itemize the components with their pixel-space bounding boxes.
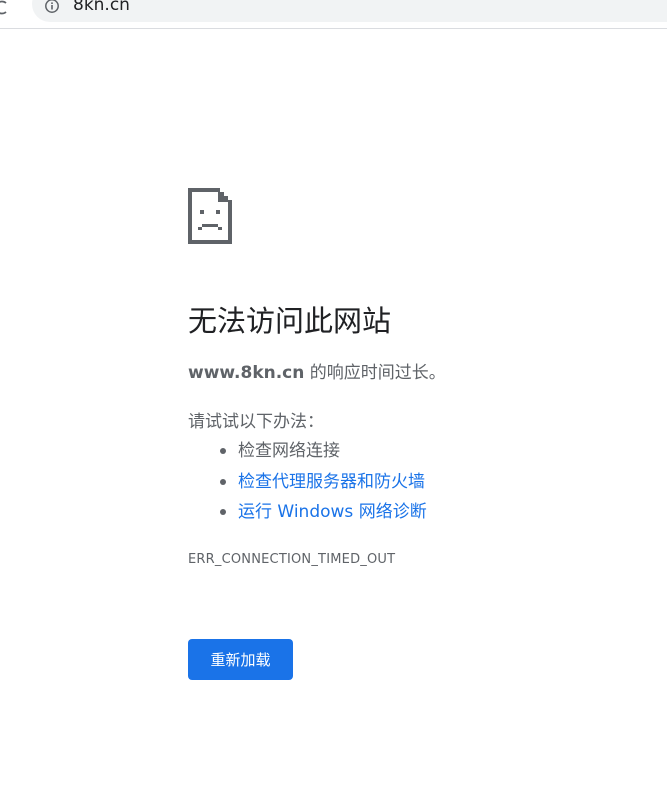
bullet	[220, 478, 226, 485]
suggestion-run-diagnostics[interactable]: 运行 Windows 网络诊断	[188, 499, 427, 530]
suggestion-label: 检查网络连接	[238, 441, 340, 461]
sad-page-icon	[188, 188, 234, 244]
summary-text: 的响应时间过长。	[304, 363, 446, 383]
bullet	[220, 509, 226, 515]
summary-host: www.8kn.cn	[188, 363, 305, 383]
error-summary: www.8kn.cn 的响应时间过长。	[188, 361, 446, 385]
suggestion-check-proxy-firewall[interactable]: 检查代理服务器和防火墙	[188, 469, 427, 500]
error-code: ERR_CONNECTION_TIMED_OUT	[188, 552, 396, 567]
suggestions-intro: 请试试以下办法：	[188, 412, 324, 432]
browser-toolbar: 8kn.cn	[0, 0, 667, 29]
bullet	[220, 448, 226, 454]
info-icon[interactable]	[44, 0, 60, 16]
reload-icon[interactable]	[0, 0, 8, 16]
page-title: 无法访问此网站	[188, 304, 392, 338]
suggestions-list: 检查网络连接 检查代理服务器和防火墙 运行 Windows 网络诊断	[188, 438, 427, 530]
url-text[interactable]: 8kn.cn	[73, 0, 130, 15]
suggestion-link-label[interactable]: 检查代理服务器和防火墙	[238, 472, 425, 492]
suggestion-check-connection: 检查网络连接	[188, 438, 427, 469]
suggestion-link-label[interactable]: 运行 Windows 网络诊断	[238, 502, 427, 522]
reload-button[interactable]: 重新加载	[188, 639, 293, 680]
